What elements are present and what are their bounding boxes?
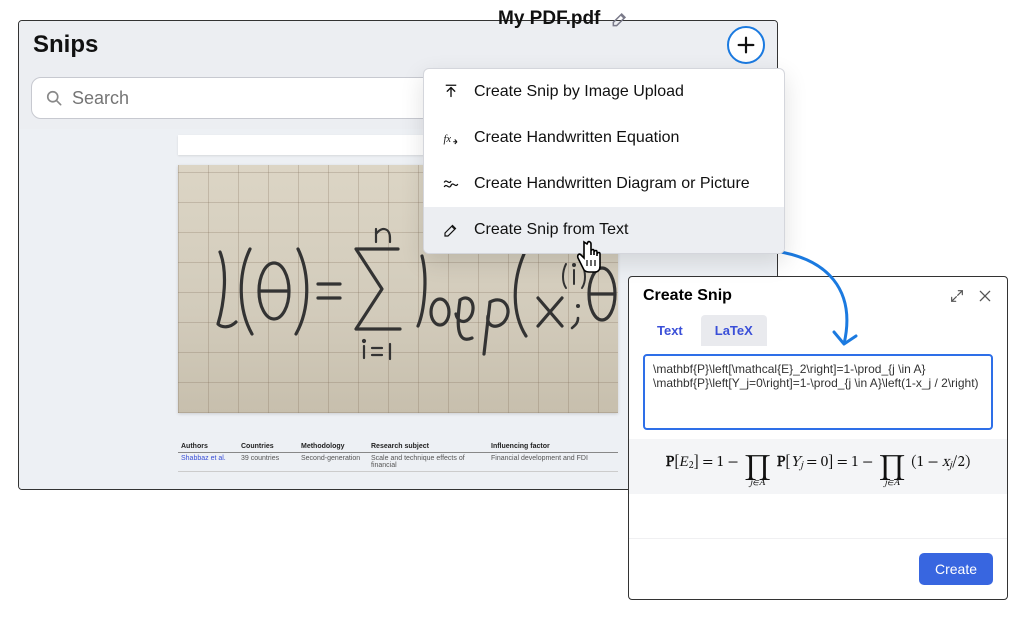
expand-icon[interactable] <box>949 288 965 304</box>
col-header: Authors <box>178 441 238 452</box>
menu-label: Create Handwritten Diagram or Picture <box>474 175 750 193</box>
dialog-header: Create Snip <box>629 277 1007 315</box>
dialog-title: Create Snip <box>643 287 732 305</box>
document-title: My PDF.pdf <box>498 8 600 30</box>
svg-text:fx: fx <box>444 134 452 145</box>
latex-preview: P[E2] = 1 − ∏j∈A P[Yj = 0] = 1 − ∏j∈A (1… <box>629 439 1007 494</box>
edit-icon[interactable] <box>610 9 630 29</box>
cell: Scale and technique effects of financial <box>368 453 488 471</box>
latex-input-wrap <box>629 346 1007 435</box>
doc-title-row: My PDF.pdf <box>498 8 630 30</box>
menu-item-image-upload[interactable]: Create Snip by Image Upload <box>424 69 784 115</box>
cell: Financial development and FDI <box>488 453 608 471</box>
search-icon <box>44 88 64 108</box>
col-header: Research subject <box>368 441 488 452</box>
scribble-icon <box>442 175 460 193</box>
cell: 39 countries <box>238 453 298 471</box>
plus-icon <box>735 34 757 56</box>
dialog-footer: Create <box>629 538 1007 599</box>
close-icon[interactable] <box>977 288 993 304</box>
fx-icon: fx <box>442 129 460 147</box>
cell: Second-generation <box>298 453 368 471</box>
menu-label: Create Handwritten Equation <box>474 129 679 147</box>
table-row: Shabbaz et al. 39 countries Second-gener… <box>178 453 618 472</box>
add-menu: Create Snip by Image Upload fx Create Ha… <box>423 68 785 254</box>
menu-item-handwritten-equation[interactable]: fx Create Handwritten Equation <box>424 115 784 161</box>
menu-item-handwritten-diagram[interactable]: Create Handwritten Diagram or Picture <box>424 161 784 207</box>
upload-icon <box>442 83 460 101</box>
edit-text-icon <box>442 221 460 239</box>
dialog-tabs: Text LaTeX <box>629 315 1007 346</box>
panel-header: Snips <box>19 21 777 69</box>
menu-label: Create Snip from Text <box>474 221 628 239</box>
table-header-row: Authors Countries Methodology Research s… <box>178 441 618 453</box>
col-header: Methodology <box>298 441 368 452</box>
dialog-window-controls <box>949 288 993 304</box>
latex-textarea[interactable] <box>643 354 993 430</box>
add-snip-button[interactable] <box>727 26 765 64</box>
create-snip-dialog: Create Snip Text LaTeX P[E2] = 1 − ∏j∈A … <box>628 276 1008 600</box>
tab-latex[interactable]: LaTeX <box>701 315 767 346</box>
tab-text[interactable]: Text <box>643 315 697 346</box>
panel-title: Snips <box>33 31 98 59</box>
col-header: Countries <box>238 441 298 452</box>
cell: Shabbaz et al. <box>178 453 238 471</box>
menu-label: Create Snip by Image Upload <box>474 83 684 101</box>
create-button[interactable]: Create <box>919 553 993 585</box>
col-header: Influencing factor <box>488 441 608 452</box>
menu-item-snip-from-text[interactable]: Create Snip from Text <box>424 207 784 253</box>
table-mock: Authors Countries Methodology Research s… <box>178 441 618 472</box>
